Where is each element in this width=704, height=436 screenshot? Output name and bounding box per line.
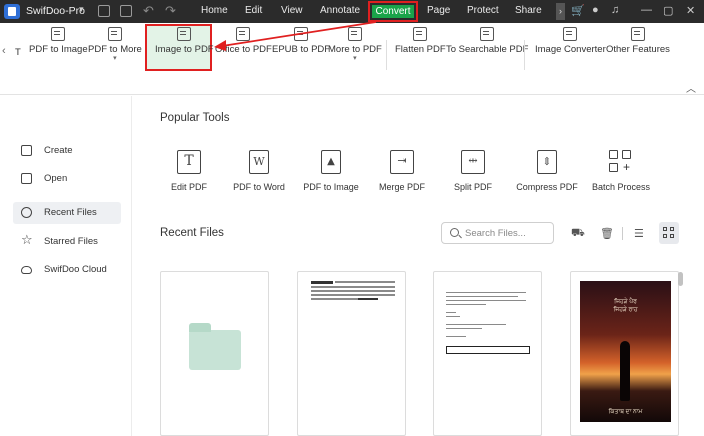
- sidebar-item-open[interactable]: Open: [13, 168, 121, 190]
- sidebar-item-create[interactable]: Create: [13, 140, 121, 162]
- search-placeholder: Search Files...: [465, 228, 526, 239]
- new-file-icon: [21, 145, 32, 156]
- star-icon: ☆: [21, 232, 33, 247]
- sidebar-item-swifdoo-cloud[interactable]: SwifDoo Cloud: [13, 259, 121, 281]
- sidebar-item-starred-files[interactable]: ☆ Starred Files: [13, 231, 121, 253]
- trash-icon[interactable]: 🗑: [600, 227, 614, 240]
- cloud-icon: [21, 266, 32, 274]
- pdf-to-word-icon: W: [249, 150, 269, 174]
- vertical-scrollbar[interactable]: [678, 272, 683, 286]
- folder-open-icon: [21, 173, 32, 184]
- clock-icon: [21, 207, 32, 218]
- view-divider: [622, 227, 623, 240]
- person-silhouette: [620, 341, 630, 401]
- popular-tools-title: Popular Tools: [160, 112, 230, 124]
- tool-batch-process[interactable]: + Batch Process: [581, 150, 661, 192]
- sidebar-item-recent-files[interactable]: Recent Files: [13, 202, 121, 224]
- tool-pdf-to-image[interactable]: ▲ PDF to Image: [291, 150, 371, 192]
- folder-icon: [189, 323, 241, 370]
- list-view-icon[interactable]: ☰: [634, 227, 644, 240]
- grid-view-icon[interactable]: [659, 222, 679, 244]
- recent-files-title: Recent Files: [160, 227, 224, 239]
- annotation-arrow-icon: [214, 21, 377, 51]
- batch-process-icon: +: [609, 150, 633, 174]
- book-cover-image: ਜਿਹੜੇ ਪੈਰ ਜਿਹੜੇ ਰਾਹ ਕਿਤਾਬ ਦਾ ਨਾਮ: [580, 281, 671, 422]
- recent-file-card-cover[interactable]: ਜਿਹੜੇ ਪੈਰ ਜਿਹੜੇ ਰਾਹ ਕਿਤਾਬ ਦਾ ਨਾਮ: [570, 271, 679, 436]
- split-pdf-icon: ⇹: [461, 150, 485, 174]
- recent-file-card[interactable]: [297, 271, 406, 436]
- tool-compress-pdf[interactable]: ⇕ Compress PDF: [507, 150, 587, 192]
- recent-file-card-folder[interactable]: [160, 271, 269, 436]
- pdf-to-image-icon: ▲: [321, 150, 341, 174]
- search-files-input[interactable]: Search Files...: [441, 222, 554, 244]
- edit-pdf-icon: T: [177, 150, 201, 174]
- recent-file-card[interactable]: [433, 271, 542, 436]
- search-icon: [450, 228, 459, 237]
- tool-edit-pdf[interactable]: T Edit PDF: [149, 150, 229, 192]
- compress-pdf-icon: ⇕: [537, 150, 557, 174]
- tool-pdf-to-word[interactable]: W PDF to Word: [219, 150, 299, 192]
- sidebar: Create Open Recent Files ☆ Starred Files…: [0, 96, 132, 436]
- cloud-sync-icon[interactable]: ⛟: [571, 227, 585, 241]
- merge-pdf-icon: ⇥: [390, 150, 414, 174]
- tool-split-pdf[interactable]: ⇹ Split PDF: [433, 150, 513, 192]
- tool-merge-pdf[interactable]: ⇥ Merge PDF: [362, 150, 442, 192]
